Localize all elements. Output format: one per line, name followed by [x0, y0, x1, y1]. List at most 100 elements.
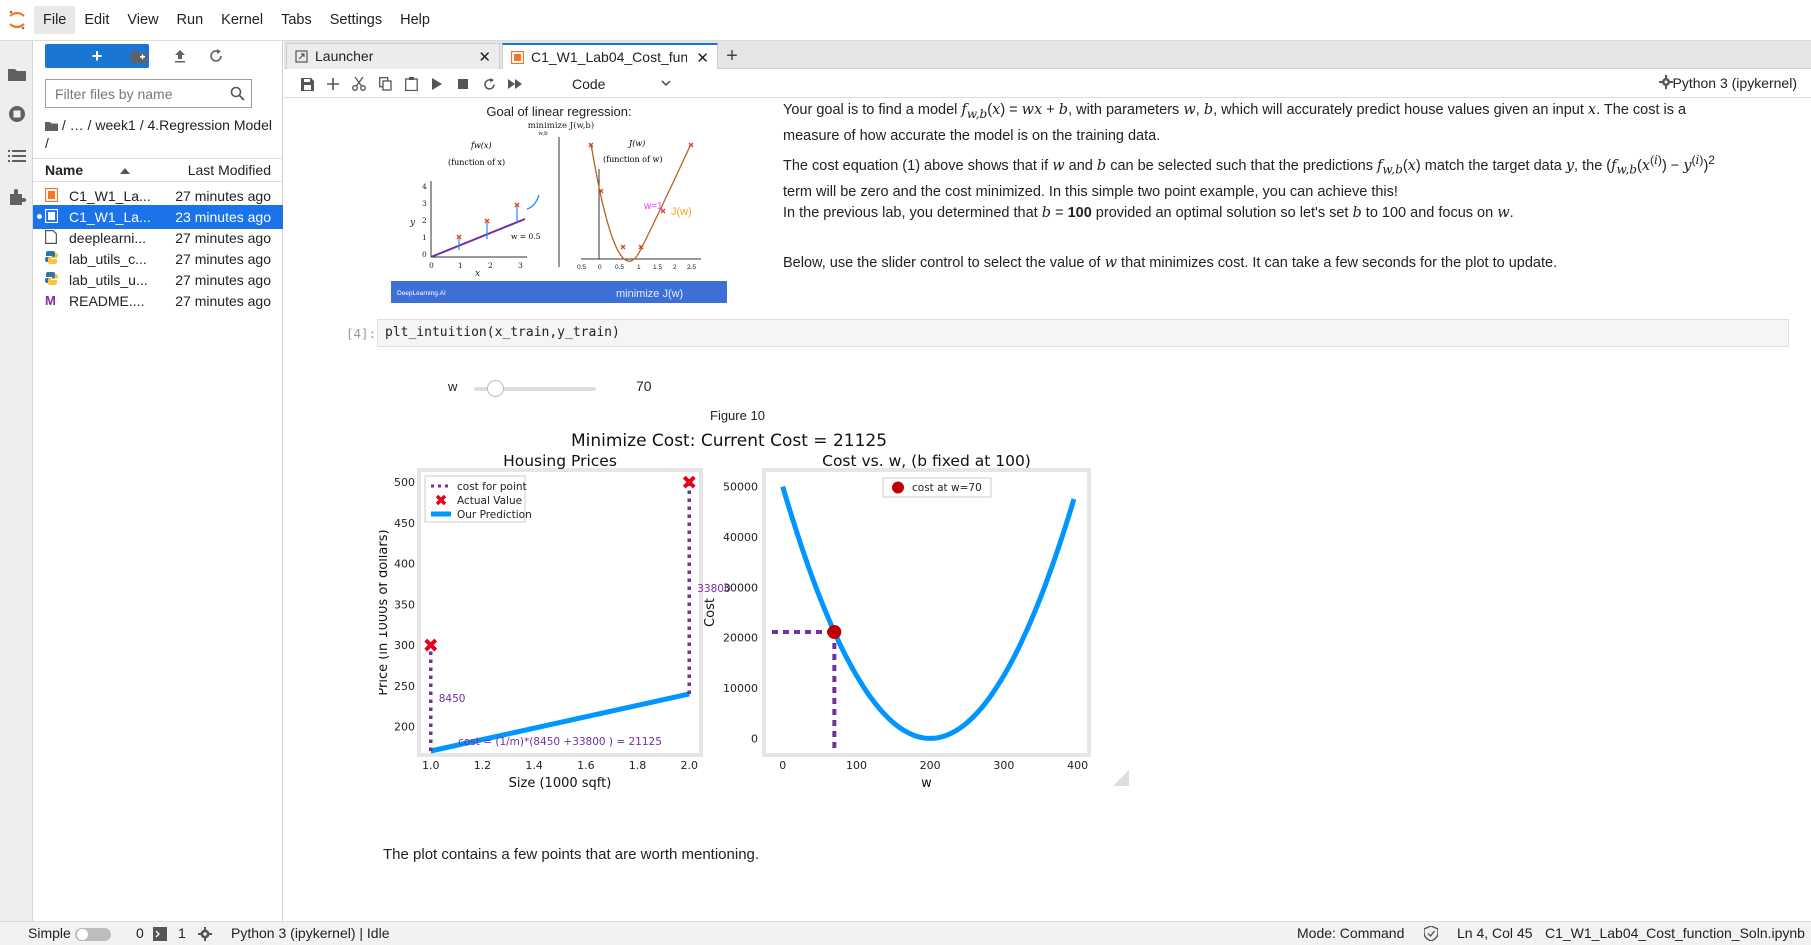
right-function-label: J(w)	[627, 139, 645, 148]
terminal-icon[interactable]	[153, 927, 167, 944]
tab-notebook[interactable]: C1_W1_Lab04_Cost_functio ✕	[502, 43, 718, 69]
svg-text:3: 3	[422, 199, 427, 208]
y-tick-label: 20000	[723, 632, 758, 645]
filter-placeholder: Filter files by name	[55, 85, 173, 102]
status-bar: Simple 0 1 Python 3 (ipykernel) | Idle M…	[0, 921, 1811, 945]
main-area: Launcher ✕ C1_W1_Lab04_Cost_functio ✕ +	[284, 41, 1811, 921]
restart-icon[interactable]	[478, 73, 500, 95]
stop-icon[interactable]	[452, 73, 474, 95]
new-folder-icon[interactable]	[128, 45, 150, 67]
mode-indicator: Mode: Command	[1297, 925, 1405, 941]
cut-icon[interactable]	[348, 73, 370, 95]
chevron-down-icon	[660, 76, 672, 92]
close-icon[interactable]: ✕	[478, 48, 491, 66]
folder-icon[interactable]	[4, 61, 30, 87]
figure-suptitle: Minimize Cost: Current Cost = 21125	[571, 431, 887, 451]
w-slider-handle[interactable]	[487, 380, 505, 397]
x-tick-label: 0	[779, 759, 786, 772]
copy-icon[interactable]	[374, 73, 396, 95]
new-tab-button[interactable]: +	[719, 43, 745, 69]
file-modified: 27 minutes ago	[175, 272, 271, 288]
tab-label: Launcher	[315, 48, 374, 64]
notebook-icon	[44, 187, 59, 204]
filter-files-input[interactable]: Filter files by name	[45, 79, 252, 108]
menu-edit[interactable]: Edit	[75, 6, 118, 34]
save-icon[interactable]	[296, 73, 318, 95]
code-cell[interactable]: plt_intuition(x_train,y_train)	[377, 319, 1789, 347]
y-axis-label: Price (in 1000s of dollars)	[379, 529, 391, 695]
y-tick-label: 0	[751, 732, 758, 745]
legend-point-swatch	[892, 481, 904, 494]
trusted-shield-icon[interactable]	[1423, 925, 1439, 944]
search-icon	[230, 86, 245, 104]
svg-text:1: 1	[458, 261, 463, 270]
run-icon[interactable]	[426, 73, 448, 95]
svg-text:0.5: 0.5	[615, 264, 624, 271]
close-icon[interactable]: ✕	[696, 49, 709, 67]
upload-icon[interactable]	[169, 45, 191, 67]
refresh-icon[interactable]	[205, 45, 227, 67]
x-tick-label: 1.2	[474, 759, 492, 772]
menu-run[interactable]: Run	[168, 6, 213, 34]
x-axis-label: w	[921, 776, 932, 791]
breadcrumb[interactable]: / … / week1 / 4.Regression Model /	[45, 116, 275, 152]
notebook-toolbar: Code Python 3 (ipykernel)	[284, 69, 1811, 98]
kernel-gear-icon[interactable]	[198, 927, 212, 944]
kernel-name[interactable]: Python 3 (ipykernel)	[1672, 75, 1797, 91]
svg-text:1: 1	[422, 233, 427, 242]
x-tick-label: 1.0	[422, 759, 440, 772]
w-slider-label: w	[448, 379, 458, 394]
tab-bar: Launcher ✕ C1_W1_Lab04_Cost_functio ✕ +	[284, 41, 1811, 69]
menu-kernel[interactable]: Kernel	[212, 6, 272, 34]
resize-handle-icon[interactable]	[1113, 770, 1129, 786]
menu-tabs[interactable]: Tabs	[272, 6, 321, 34]
y-tick-label: 450	[394, 517, 415, 530]
paste-icon[interactable]	[400, 73, 422, 95]
cell-type-select[interactable]: Code	[572, 74, 672, 94]
menu-file[interactable]: File	[34, 6, 76, 34]
svg-text:2.5: 2.5	[687, 264, 696, 271]
insert-cell-icon[interactable]	[322, 73, 344, 95]
cursor-position[interactable]: Ln 4, Col 45	[1457, 925, 1533, 941]
notebook-icon	[510, 50, 525, 65]
column-last-modified[interactable]: Last Modified	[188, 162, 271, 178]
simple-mode-toggle[interactable]	[75, 928, 111, 941]
svg-text:x: x	[475, 269, 480, 279]
kernel-settings-icon[interactable]	[1659, 75, 1673, 94]
linear-regression-illustration: Goal of linear regression: minimize J(w,…	[391, 99, 727, 303]
python-icon	[45, 272, 59, 288]
banner-text: minimize J(w)	[616, 288, 683, 300]
kernel-status[interactable]: Python 3 (ipykernel) | Idle	[231, 925, 390, 941]
terminal-count: 0	[136, 925, 144, 941]
extensions-icon[interactable]	[4, 184, 30, 210]
svg-text:0: 0	[598, 264, 602, 271]
y-tick-label: 250	[394, 680, 415, 693]
file-name: deeplearni...	[69, 230, 147, 246]
y-tick-label: 400	[394, 558, 415, 571]
cost-point-label: 8450	[439, 693, 466, 705]
sort-ascending-icon[interactable]	[119, 163, 131, 179]
menu-view[interactable]: View	[118, 6, 167, 34]
x-tick-label: 1.6	[577, 759, 595, 772]
file-browser: + Filter files by name / … / week1 / 4.R…	[33, 41, 283, 921]
file-row[interactable]: M README.... 27 minutes ago	[33, 289, 283, 313]
fast-forward-icon[interactable]	[504, 73, 526, 95]
menu-help[interactable]: Help	[391, 6, 439, 34]
column-name[interactable]: Name	[45, 162, 83, 178]
file-name: README....	[69, 293, 145, 309]
y-tick-label: 350	[394, 598, 415, 611]
legend-label: Our Prediction	[457, 509, 532, 521]
cost-figure: Minimize Cost: Current Cost = 21125 Hous…	[379, 431, 1129, 791]
y-axis-label: Cost	[703, 598, 718, 627]
legend: cost at w=70	[882, 477, 992, 498]
current-cost-point	[827, 625, 842, 640]
markdown-paragraph-cost: The cost equation (1) above shows that i…	[783, 153, 1716, 200]
housing-prices-chart: Housing Prices 1.0 1.2 1.4 1.6 1.8 2.0 200 250 30…	[379, 452, 731, 791]
tab-launcher[interactable]: Launcher ✕	[286, 43, 500, 69]
left-function-label: fw(x)	[470, 141, 492, 150]
menu-settings[interactable]: Settings	[321, 6, 391, 34]
file-modified: 23 minutes ago	[175, 209, 271, 225]
running-sessions-icon[interactable]	[4, 101, 30, 127]
activity-bar	[0, 41, 33, 921]
table-of-contents-icon[interactable]	[4, 143, 30, 169]
